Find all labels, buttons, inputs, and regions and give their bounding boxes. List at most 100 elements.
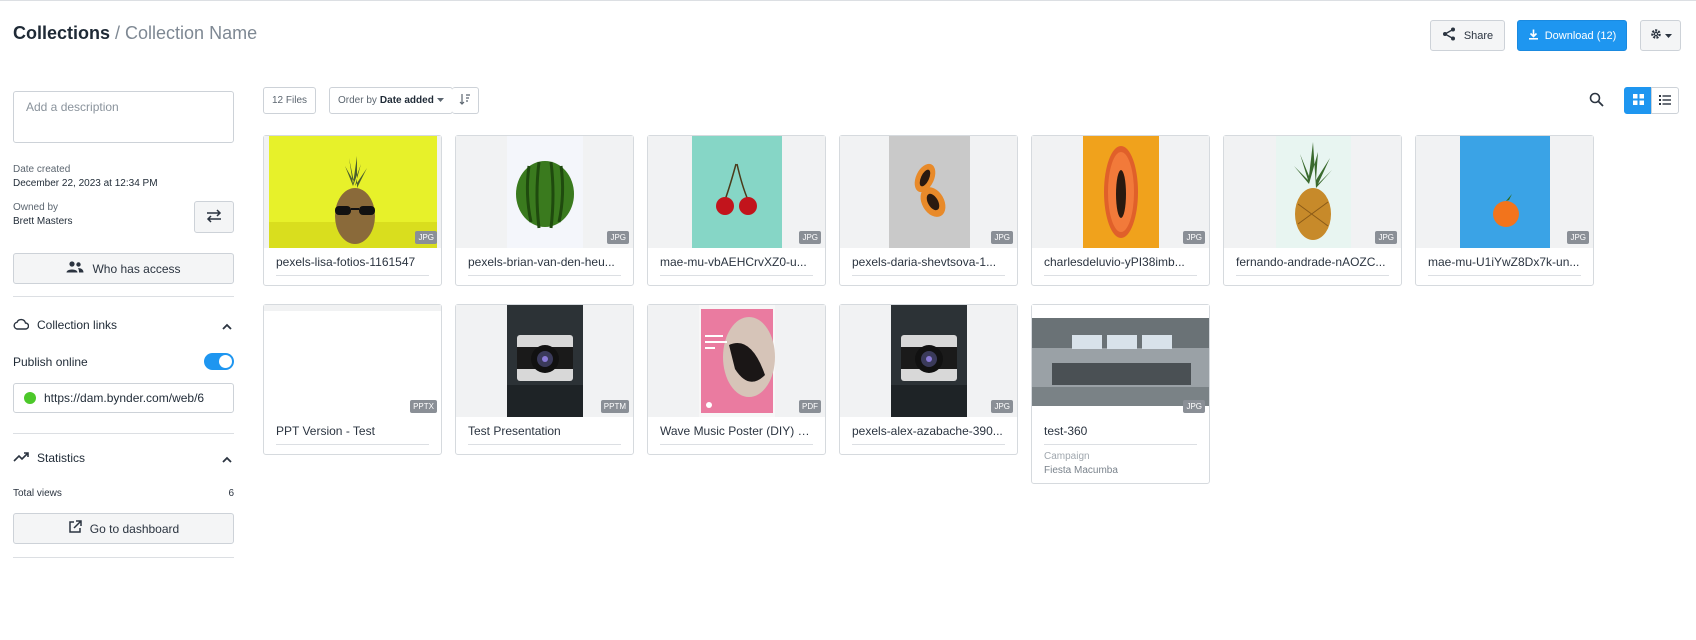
description-field[interactable]: Add a description — [13, 91, 234, 143]
collection-links-section-toggle[interactable]: Collection links — [13, 315, 234, 335]
asset-card[interactable]: JPG pexels-lisa-fotios-1161547 — [263, 135, 442, 286]
caret-down-icon — [1664, 30, 1672, 42]
sort-descending-icon — [459, 93, 471, 108]
breadcrumb-separator: / — [115, 23, 121, 43]
total-views-value: 6 — [228, 488, 234, 499]
share-button[interactable]: Share — [1430, 20, 1505, 51]
file-type-badge: JPG — [799, 231, 821, 244]
download-icon — [1528, 29, 1539, 43]
download-label: Download (12) — [1544, 29, 1617, 42]
asset-name: pexels-daria-shevtsova-1... — [852, 255, 997, 269]
list-icon — [1659, 94, 1671, 108]
divider — [13, 433, 234, 434]
file-type-badge: JPG — [1183, 400, 1205, 413]
file-type-badge: PDF — [799, 400, 821, 413]
asset-card[interactable]: PPTM Test Presentation — [455, 304, 634, 455]
asset-thumbnail: JPG — [648, 136, 825, 248]
chevron-up-icon — [222, 452, 232, 466]
cloud-icon — [13, 318, 30, 333]
gear-icon — [1650, 28, 1662, 43]
share-label: Share — [1463, 29, 1494, 42]
file-type-badge: JPG — [607, 231, 629, 244]
who-has-access-label: Who has access — [92, 261, 181, 276]
breadcrumb-collections-link[interactable]: Collections — [13, 23, 110, 44]
divider — [13, 296, 234, 297]
share-icon — [1442, 27, 1456, 44]
asset-name: mae-mu-U1iYwZ8Dx7k-un... — [1428, 255, 1580, 269]
sort-direction-button[interactable] — [452, 87, 479, 114]
publish-online-toggle[interactable] — [204, 353, 234, 370]
asset-name: pexels-brian-van-den-heu... — [468, 255, 615, 269]
owned-by-label: Owned by — [13, 202, 59, 213]
asset-name: charlesdeluvio-yPI38imb... — [1044, 255, 1185, 269]
public-link-value: https://dam.bynder.com/web/6 — [44, 391, 205, 405]
watermelon-thumbnail — [507, 136, 583, 248]
asset-card[interactable]: JPG mae-mu-U1iYwZ8Dx7k-un... — [1415, 135, 1594, 286]
asset-card[interactable]: PPTX PPT Version - Test — [263, 304, 442, 455]
camera-thumbnail — [891, 305, 967, 417]
settings-dropdown-button[interactable] — [1640, 20, 1681, 51]
asset-thumbnail: JPG — [840, 305, 1017, 417]
download-button[interactable]: Download (12) — [1517, 20, 1627, 51]
asset-card[interactable]: JPG test-360 Campaign Fiesta Macumba — [1031, 304, 1210, 484]
divider — [13, 557, 234, 558]
owned-by: Owned by Brett Masters — [13, 202, 72, 227]
asset-thumbnail: JPG — [840, 136, 1017, 248]
file-type-badge: JPG — [991, 231, 1013, 244]
file-type-badge: JPG — [991, 400, 1013, 413]
papaya-halves-thumbnail — [889, 136, 970, 248]
search-icon[interactable] — [1589, 92, 1604, 110]
music-poster-thumbnail — [699, 305, 775, 417]
pineapple-thumbnail — [1276, 136, 1351, 248]
order-by-dropdown[interactable]: Order by Date added — [329, 87, 453, 114]
asset-name: pexels-lisa-fotios-1161547 — [276, 255, 416, 269]
camera-thumbnail — [507, 305, 583, 417]
asset-name: test-360 — [1044, 424, 1088, 438]
asset-card[interactable]: JPG charlesdeluvio-yPI38imb... — [1031, 135, 1210, 286]
asset-thumbnail: JPG — [1224, 136, 1401, 248]
asset-thumbnail: JPG — [1416, 136, 1593, 248]
asset-card[interactable]: JPG pexels-brian-van-den-heu... — [455, 135, 634, 286]
users-icon — [66, 261, 84, 276]
grid-icon — [1632, 93, 1644, 108]
asset-card[interactable]: PDF Wave Music Poster (DIY) 2... — [647, 304, 826, 455]
files-count: 12 Files — [263, 87, 316, 114]
asset-card[interactable]: JPG pexels-alex-azabache-390... — [839, 304, 1018, 455]
asset-card[interactable]: JPG pexels-daria-shevtsova-1... — [839, 135, 1018, 286]
asset-name: PPT Version - Test — [276, 424, 375, 438]
list-view-button[interactable] — [1651, 87, 1679, 114]
file-type-badge: JPG — [1567, 231, 1589, 244]
publish-online-row: Publish online — [13, 353, 234, 370]
total-views-row: Total views 6 — [13, 488, 234, 499]
go-to-dashboard-label: Go to dashboard — [89, 521, 180, 536]
cherries-thumbnail — [692, 136, 782, 248]
asset-name: fernando-andrade-nAOZC... — [1236, 255, 1386, 269]
asset-thumbnail: JPG — [264, 136, 441, 248]
go-to-dashboard-button[interactable]: Go to dashboard — [13, 513, 234, 544]
asset-thumbnail: JPG — [1032, 305, 1209, 417]
asset-property-value: Fiesta Macumba — [1044, 465, 1118, 476]
asset-thumbnail: PPTM — [456, 305, 633, 417]
statistics-section-toggle[interactable]: Statistics — [13, 448, 234, 468]
date-created-label: Date created — [13, 164, 71, 175]
file-type-badge: JPG — [1375, 231, 1397, 244]
public-link-field[interactable]: https://dam.bynder.com/web/6 — [13, 383, 234, 413]
external-link-icon — [68, 520, 82, 537]
grid-view-button[interactable] — [1624, 87, 1652, 114]
asset-card[interactable]: JPG fernando-andrade-nAOZC... — [1223, 135, 1402, 286]
transfer-ownership-button[interactable] — [194, 201, 234, 233]
swap-arrows-icon — [206, 208, 222, 226]
asset-card[interactable]: JPG mae-mu-vbAEHCrvXZ0-u... — [647, 135, 826, 286]
file-type-badge: JPG — [415, 231, 437, 244]
file-type-badge: PPTM — [600, 400, 629, 413]
asset-thumbnail: PDF — [648, 305, 825, 417]
file-type-badge: PPTX — [410, 400, 437, 413]
asset-name: Wave Music Poster (DIY) 2... — [660, 424, 815, 438]
trending-up-icon — [13, 451, 29, 466]
statistics-label: Statistics — [37, 451, 86, 465]
chevron-up-icon — [222, 319, 232, 333]
who-has-access-button[interactable]: Who has access — [13, 253, 234, 284]
tangerine-thumbnail — [1460, 136, 1550, 248]
asset-name: Test Presentation — [468, 424, 561, 438]
asset-thumbnail: JPG — [456, 136, 633, 248]
